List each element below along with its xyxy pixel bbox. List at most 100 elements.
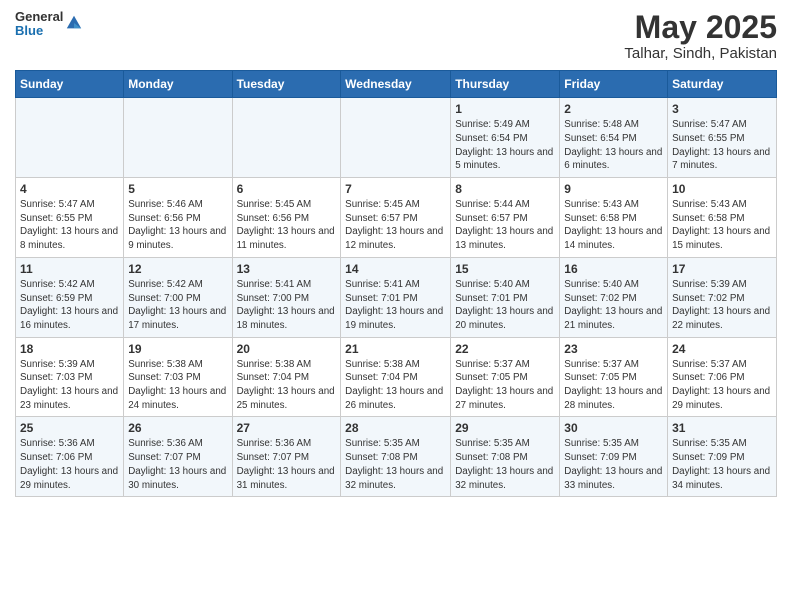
calendar-cell: 13 Sunrise: 5:41 AMSunset: 7:00 PMDayligh… <box>232 257 341 337</box>
day-info: Sunrise: 5:39 AMSunset: 7:02 PMDaylight:… <box>672 278 772 333</box>
calendar-cell: 25Sunrise: 5:36 AMSunset: 7:06 PMDayligh… <box>16 417 124 497</box>
day-number: 17 <box>672 262 772 276</box>
day-info: Sunrise: 5:47 AMSunset: 6:55 PMDaylight:… <box>672 118 772 173</box>
calendar-cell <box>341 98 451 178</box>
calendar-cell: 5 Sunrise: 5:46 AMSunset: 6:56 PMDaylight… <box>124 178 232 258</box>
day-number: 8 <box>455 182 555 196</box>
calendar-cell <box>124 98 232 178</box>
column-header-sunday: Sunday <box>16 71 124 98</box>
day-number: 26 <box>128 421 227 435</box>
column-header-thursday: Thursday <box>451 71 560 98</box>
calendar-table: SundayMondayTuesdayWednesdayThursdayFrid… <box>15 70 777 497</box>
day-number: 15 <box>455 262 555 276</box>
calendar-cell: 4 Sunrise: 5:47 AMSunset: 6:55 PMDaylight… <box>16 178 124 258</box>
calendar-cell: 14Sunrise: 5:41 AMSunset: 7:01 PMDayligh… <box>341 257 451 337</box>
day-info: Sunrise: 5:46 AMSunset: 6:56 PMDaylight:… <box>128 198 227 253</box>
title-block: May 2025 Talhar, Sindh, Pakistan <box>624 10 777 62</box>
day-number: 7 <box>345 182 446 196</box>
day-number: 3 <box>672 102 772 116</box>
day-number: 19 <box>128 342 227 356</box>
page-title: May 2025 <box>624 10 777 45</box>
calendar-cell: 8 Sunrise: 5:44 AMSunset: 6:57 PMDaylight… <box>451 178 560 258</box>
calendar-cell: 18 Sunrise: 5:39 AMSunset: 7:03 PMDayligh… <box>16 337 124 417</box>
calendar-cell: 31 Sunrise: 5:35 AMSunset: 7:09 PMDayligh… <box>668 417 777 497</box>
calendar-cell: 3 Sunrise: 5:47 AMSunset: 6:55 PMDaylight… <box>668 98 777 178</box>
column-header-monday: Monday <box>124 71 232 98</box>
day-info: Sunrise: 5:39 AMSunset: 7:03 PMDaylight:… <box>20 358 119 413</box>
calendar-cell: 20 Sunrise: 5:38 AMSunset: 7:04 PMDayligh… <box>232 337 341 417</box>
day-number: 28 <box>345 421 446 435</box>
day-number: 4 <box>20 182 119 196</box>
calendar-cell: 27Sunrise: 5:36 AMSunset: 7:07 PMDayligh… <box>232 417 341 497</box>
day-number: 22 <box>455 342 555 356</box>
day-info: Sunrise: 5:38 AMSunset: 7:04 PMDaylight:… <box>345 358 446 413</box>
day-number: 10 <box>672 182 772 196</box>
logo: General Blue <box>15 10 83 39</box>
calendar-cell: 23 Sunrise: 5:37 AMSunset: 7:05 PMDayligh… <box>560 337 668 417</box>
day-info: Sunrise: 5:35 AMSunset: 7:09 PMDaylight:… <box>672 437 772 492</box>
calendar-cell: 28 Sunrise: 5:35 AMSunset: 7:08 PMDayligh… <box>341 417 451 497</box>
day-number: 1 <box>455 102 555 116</box>
day-number: 31 <box>672 421 772 435</box>
day-number: 6 <box>237 182 337 196</box>
week-row-4: 18 Sunrise: 5:39 AMSunset: 7:03 PMDayligh… <box>16 337 777 417</box>
page-header: General Blue May 2025 Talhar, Sindh, Pak… <box>15 10 777 62</box>
day-info: Sunrise: 5:37 AMSunset: 7:06 PMDaylight:… <box>672 358 772 413</box>
day-info: Sunrise: 5:44 AMSunset: 6:57 PMDaylight:… <box>455 198 555 253</box>
day-info: Sunrise: 5:40 AMSunset: 7:02 PMDaylight:… <box>564 278 663 333</box>
calendar-cell: 21 Sunrise: 5:38 AMSunset: 7:04 PMDayligh… <box>341 337 451 417</box>
logo-general-text: General <box>15 10 63 24</box>
day-info: Sunrise: 5:41 AMSunset: 7:01 PMDaylight:… <box>345 278 446 333</box>
column-header-friday: Friday <box>560 71 668 98</box>
calendar-cell: 16 Sunrise: 5:40 AMSunset: 7:02 PMDayligh… <box>560 257 668 337</box>
column-header-tuesday: Tuesday <box>232 71 341 98</box>
calendar-cell: 29 Sunrise: 5:35 AMSunset: 7:08 PMDayligh… <box>451 417 560 497</box>
day-number: 16 <box>564 262 663 276</box>
day-number: 23 <box>564 342 663 356</box>
day-number: 13 <box>237 262 337 276</box>
calendar-cell: 9Sunrise: 5:43 AMSunset: 6:58 PMDaylight… <box>560 178 668 258</box>
calendar-cell: 26Sunrise: 5:36 AMSunset: 7:07 PMDayligh… <box>124 417 232 497</box>
day-info: Sunrise: 5:45 AMSunset: 6:56 PMDaylight:… <box>237 198 337 253</box>
page-subtitle: Talhar, Sindh, Pakistan <box>624 45 777 62</box>
calendar-cell: 30Sunrise: 5:35 AMSunset: 7:09 PMDayligh… <box>560 417 668 497</box>
calendar-cell: 2Sunrise: 5:48 AMSunset: 6:54 PMDaylight… <box>560 98 668 178</box>
day-number: 18 <box>20 342 119 356</box>
day-number: 12 <box>128 262 227 276</box>
day-info: Sunrise: 5:47 AMSunset: 6:55 PMDaylight:… <box>20 198 119 253</box>
calendar-cell <box>16 98 124 178</box>
column-header-wednesday: Wednesday <box>341 71 451 98</box>
day-info: Sunrise: 5:42 AMSunset: 6:59 PMDaylight:… <box>20 278 119 333</box>
day-number: 21 <box>345 342 446 356</box>
day-number: 5 <box>128 182 227 196</box>
calendar-cell: 19 Sunrise: 5:38 AMSunset: 7:03 PMDayligh… <box>124 337 232 417</box>
day-info: Sunrise: 5:42 AMSunset: 7:00 PMDaylight:… <box>128 278 227 333</box>
calendar-cell: 15 Sunrise: 5:40 AMSunset: 7:01 PMDayligh… <box>451 257 560 337</box>
day-number: 27 <box>237 421 337 435</box>
calendar-cell: 17 Sunrise: 5:39 AMSunset: 7:02 PMDayligh… <box>668 257 777 337</box>
day-info: Sunrise: 5:40 AMSunset: 7:01 PMDaylight:… <box>455 278 555 333</box>
calendar-cell: 12 Sunrise: 5:42 AMSunset: 7:00 PMDayligh… <box>124 257 232 337</box>
day-info: Sunrise: 5:37 AMSunset: 7:05 PMDaylight:… <box>564 358 663 413</box>
day-number: 29 <box>455 421 555 435</box>
calendar-cell: 24Sunrise: 5:37 AMSunset: 7:06 PMDayligh… <box>668 337 777 417</box>
day-info: Sunrise: 5:35 AMSunset: 7:08 PMDaylight:… <box>345 437 446 492</box>
day-info: Sunrise: 5:49 AMSunset: 6:54 PMDaylight:… <box>455 118 555 173</box>
day-number: 30 <box>564 421 663 435</box>
day-number: 20 <box>237 342 337 356</box>
day-info: Sunrise: 5:41 AMSunset: 7:00 PMDaylight:… <box>237 278 337 333</box>
day-info: Sunrise: 5:38 AMSunset: 7:04 PMDaylight:… <box>237 358 337 413</box>
calendar-cell <box>232 98 341 178</box>
logo-blue-text: Blue <box>15 24 63 38</box>
calendar-cell: 10 Sunrise: 5:43 AMSunset: 6:58 PMDayligh… <box>668 178 777 258</box>
day-info: Sunrise: 5:45 AMSunset: 6:57 PMDaylight:… <box>345 198 446 253</box>
day-info: Sunrise: 5:43 AMSunset: 6:58 PMDaylight:… <box>672 198 772 253</box>
day-number: 25 <box>20 421 119 435</box>
day-info: Sunrise: 5:43 AMSunset: 6:58 PMDaylight:… <box>564 198 663 253</box>
week-row-2: 4 Sunrise: 5:47 AMSunset: 6:55 PMDaylight… <box>16 178 777 258</box>
day-number: 2 <box>564 102 663 116</box>
logo-icon <box>65 14 83 32</box>
day-info: Sunrise: 5:35 AMSunset: 7:08 PMDaylight:… <box>455 437 555 492</box>
day-info: Sunrise: 5:38 AMSunset: 7:03 PMDaylight:… <box>128 358 227 413</box>
calendar-cell: 1 Sunrise: 5:49 AMSunset: 6:54 PMDaylight… <box>451 98 560 178</box>
